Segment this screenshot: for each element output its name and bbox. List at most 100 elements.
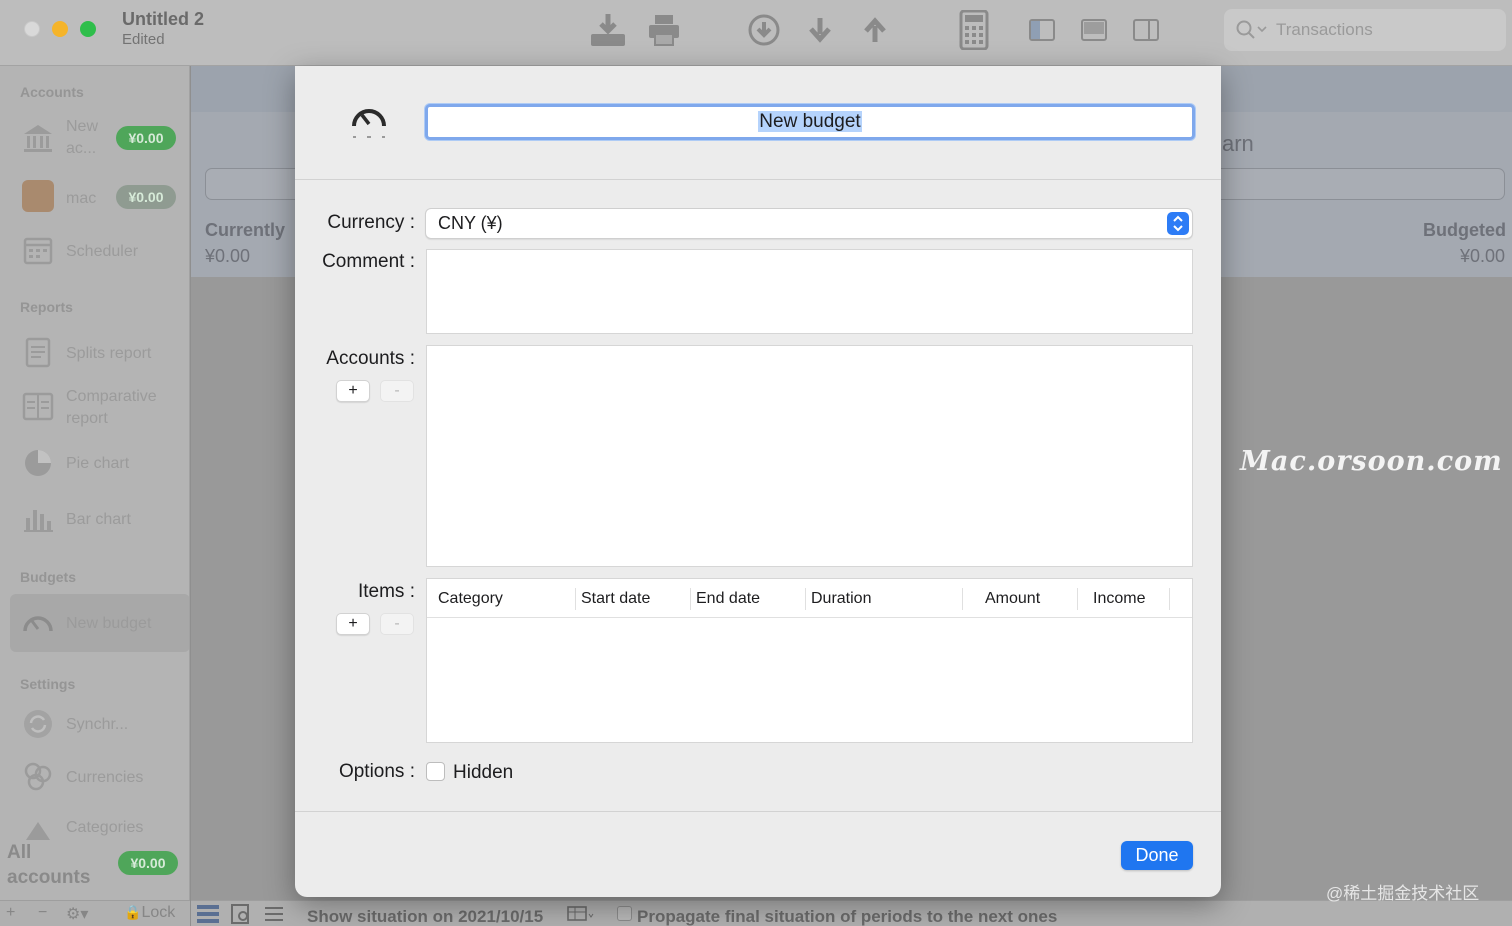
hidden-checkbox[interactable] xyxy=(426,762,445,781)
propagate-checkbox[interactable] xyxy=(617,906,632,921)
report-view-icon[interactable] xyxy=(231,904,251,924)
column-header-income[interactable]: Income xyxy=(1093,590,1145,608)
zoom-window-button[interactable] xyxy=(80,21,96,37)
budget-name-field[interactable]: New budget xyxy=(425,104,1195,140)
sidebar-item-currencies[interactable]: Currencies xyxy=(0,756,189,796)
currency-label: Currency : xyxy=(327,212,415,233)
column-header-category[interactable]: Category xyxy=(438,590,503,608)
budgeted-label: Budgeted xyxy=(1423,220,1506,240)
column-header-start-date[interactable]: Start date xyxy=(581,590,650,608)
search-placeholder: Transactions xyxy=(1276,20,1373,39)
account-balance-badge: ¥0.00 xyxy=(116,185,176,209)
add-item-button[interactable]: + xyxy=(336,613,370,635)
sidebar-item-splits-report[interactable]: Splits report xyxy=(0,332,189,372)
sidebar-item-synchronization[interactable]: Synchr... xyxy=(0,704,189,744)
import-icon[interactable] xyxy=(588,10,628,50)
sidebar-item-mac[interactable]: mac ¥0.00 xyxy=(0,176,189,216)
sidebar-label: Pie chart xyxy=(66,455,130,472)
calculator-icon[interactable] xyxy=(954,10,994,50)
new-budget-sheet: New budget Currency : CNY (¥) Comment : … xyxy=(295,66,1221,897)
done-button[interactable]: Done xyxy=(1121,841,1193,870)
arrow-down-icon[interactable] xyxy=(800,10,840,50)
sheet-header: New budget xyxy=(295,66,1221,180)
account-name-line1: New xyxy=(66,118,99,135)
column-header-duration[interactable]: Duration xyxy=(811,590,871,608)
bar-chart-icon xyxy=(24,510,53,532)
items-table-header: Category Start date End date Duration Am… xyxy=(427,579,1192,618)
search-icon xyxy=(1236,20,1267,39)
remove-item-button[interactable]: - xyxy=(380,613,414,635)
sidebar-item-pie-chart[interactable]: Pie chart xyxy=(0,442,189,482)
reports-header: Reports xyxy=(20,299,73,315)
gauge-icon xyxy=(23,616,53,632)
window-title: Untitled 2 xyxy=(122,9,205,29)
comment-label: Comment : xyxy=(322,251,415,272)
remove-account-from-budget-button[interactable]: - xyxy=(380,380,414,402)
options-label: Options : xyxy=(338,761,415,782)
bottom-toolbar: Show situation on 2021/10/15 Propagate f… xyxy=(191,900,1512,926)
sidebar-label: Scheduler xyxy=(66,243,139,260)
report-icon xyxy=(25,337,51,368)
download-circle-icon[interactable] xyxy=(744,10,784,50)
currency-value: CNY (¥) xyxy=(438,213,503,233)
remove-account-button[interactable]: − xyxy=(38,904,47,922)
sidebar-label: New budget xyxy=(66,615,152,632)
window-subtitle: Edited xyxy=(122,31,165,48)
gauge-icon xyxy=(352,109,386,138)
lock-button[interactable]: 🔒Lock xyxy=(124,904,175,922)
all-accounts-line2: accounts xyxy=(7,867,91,888)
sidebar-item-bar-chart[interactable]: Bar chart xyxy=(0,498,189,538)
currently-value: ¥0.00 xyxy=(205,246,251,266)
currency-popup[interactable]: CNY (¥) xyxy=(425,208,1193,239)
items-table[interactable]: Category Start date End date Duration Am… xyxy=(426,578,1193,743)
arrow-up-icon[interactable] xyxy=(855,10,895,50)
sidebar-label: Categories xyxy=(66,819,144,836)
pie-chart-icon xyxy=(25,450,51,476)
sheet-footer-divider xyxy=(295,811,1221,812)
table-menu-icon[interactable] xyxy=(567,906,595,922)
accounts-list[interactable] xyxy=(426,345,1193,567)
column-header-amount[interactable]: Amount xyxy=(985,590,1040,608)
accounts-header: Accounts xyxy=(20,84,84,100)
print-icon[interactable] xyxy=(644,10,684,50)
sidebar-label: Currencies xyxy=(66,769,144,786)
sidebar-item-new-budget[interactable]: New budget xyxy=(10,594,189,652)
gear-icon[interactable]: ⚙▾ xyxy=(66,904,88,924)
lines-icon[interactable] xyxy=(265,906,283,922)
currencies-icon xyxy=(24,762,52,791)
sidebar-label: Synchr... xyxy=(66,716,129,733)
sidebar-footer: + − ⚙▾ 🔒Lock xyxy=(0,900,190,926)
sidebar-label-line2: report xyxy=(66,410,108,427)
minimize-window-button[interactable] xyxy=(52,21,68,37)
accounts-label: Accounts : xyxy=(326,348,415,369)
right-panel-icon[interactable] xyxy=(1126,10,1166,50)
sidebar: Accounts New ac... ¥0.00 mac ¥0.00 Sched… xyxy=(0,66,190,900)
sidebar-item-comparative-report[interactable]: Comparative report xyxy=(0,386,189,427)
situation-date-label: Show situation on 2021/10/15 xyxy=(307,907,544,926)
center-panel-icon[interactable] xyxy=(1074,10,1114,50)
column-header-end-date[interactable]: End date xyxy=(696,590,760,608)
left-panel-icon[interactable] xyxy=(1022,10,1062,50)
account-avatar xyxy=(22,180,54,212)
sidebar-item-scheduler[interactable]: Scheduler xyxy=(0,230,189,270)
sidebar-label: Bar chart xyxy=(66,511,131,528)
all-accounts-balance-badge: ¥0.00 xyxy=(118,851,178,875)
hidden-checkbox-label: Hidden xyxy=(453,762,514,783)
list-view-icon[interactable] xyxy=(197,904,219,924)
budgeted-value: ¥0.00 xyxy=(1460,246,1506,266)
popup-arrows-icon xyxy=(1167,212,1189,235)
sidebar-item-categories[interactable]: Categories xyxy=(0,808,189,840)
sidebar-item-new-account[interactable]: New ac... ¥0.00 xyxy=(0,118,189,158)
add-account-to-budget-button[interactable]: + xyxy=(336,380,370,402)
items-label: Items : xyxy=(357,581,415,602)
comparative-report-icon xyxy=(22,392,54,421)
sidebar-label: Splits report xyxy=(66,345,152,362)
comment-textarea[interactable] xyxy=(426,249,1193,334)
add-account-button[interactable]: + xyxy=(6,904,15,922)
title-bar: Untitled 2 Edited Transactions xyxy=(0,0,1512,66)
propagate-label: Propagate final situation of periods to … xyxy=(637,907,1058,926)
budgets-header: Budgets xyxy=(20,569,76,585)
search-field[interactable]: Transactions xyxy=(1224,9,1506,51)
close-window-button[interactable] xyxy=(24,21,40,37)
all-accounts-line1: All xyxy=(7,842,32,863)
